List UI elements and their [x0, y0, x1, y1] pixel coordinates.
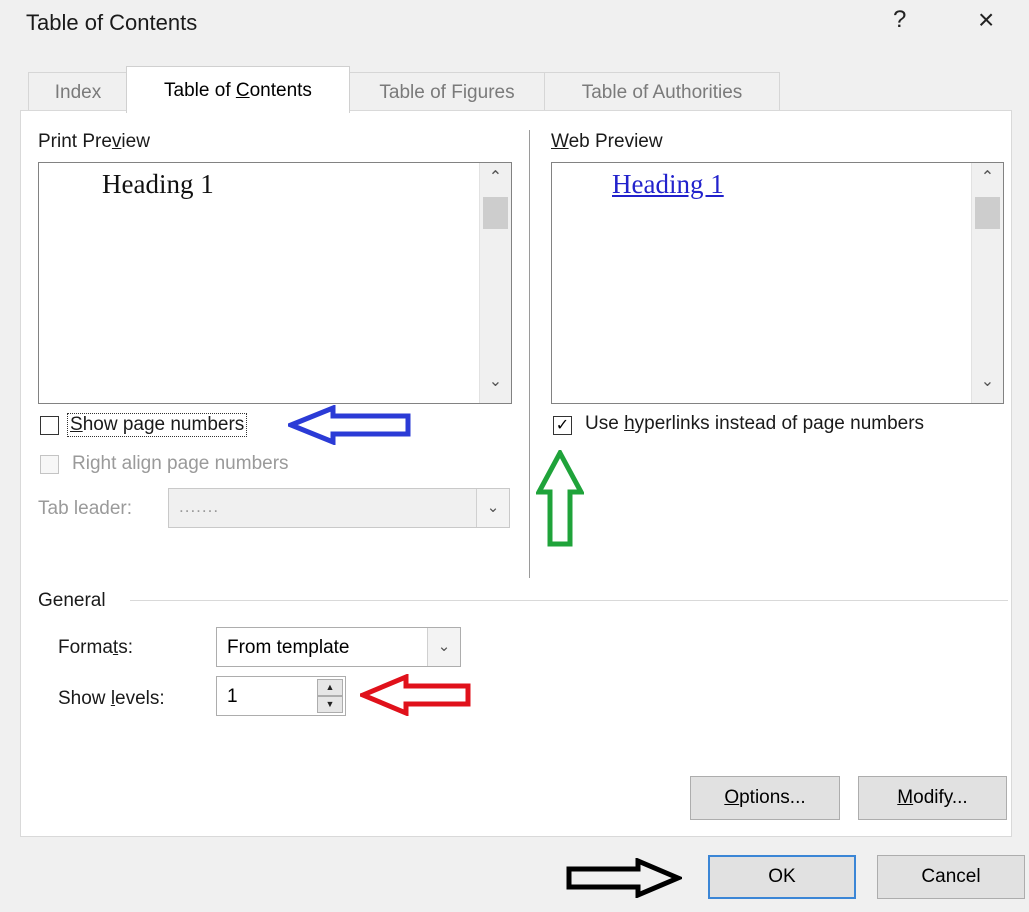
tab-leader-select[interactable]: ....... ⌄ [168, 488, 510, 528]
web-preview-scrollbar[interactable]: ⌃ ⌄ [971, 163, 1003, 403]
annotation-arrow-green [536, 450, 584, 548]
tab-table-of-contents[interactable]: Table of Contents [126, 66, 350, 113]
scroll-up-icon[interactable]: ⌃ [480, 167, 511, 187]
cancel-button[interactable]: Cancel [877, 855, 1025, 899]
use-hyperlinks-checkbox[interactable]: ✓ [553, 416, 572, 435]
web-preview-box[interactable]: Heading 1 ⌃ ⌄ [551, 162, 1004, 404]
right-align-checkbox[interactable] [40, 455, 59, 474]
use-hyperlinks-label[interactable]: Use hyperlinks instead of page numbers [585, 413, 924, 435]
scroll-down-icon[interactable]: ⌄ [480, 371, 511, 391]
annotation-arrow-red [360, 674, 472, 716]
help-icon[interactable]: ? [893, 6, 906, 34]
right-align-label: Right align page numbers [72, 453, 289, 474]
tab-table-of-figures[interactable]: Table of Figures [348, 72, 546, 111]
print-preview-scrollbar[interactable]: ⌃ ⌄ [479, 163, 511, 403]
show-page-numbers-label[interactable]: Show page numbers [67, 413, 248, 437]
ok-button[interactable]: OK [708, 855, 856, 899]
general-label: General [38, 590, 106, 611]
annotation-arrow-black [566, 858, 682, 898]
show-page-numbers-checkbox[interactable] [40, 416, 59, 435]
modify-button[interactable]: Modify... [858, 776, 1007, 820]
show-levels-input[interactable]: 1 ▲ ▼ [216, 676, 346, 716]
tab-leader-value: ....... [179, 497, 220, 516]
tab-index[interactable]: Index [28, 72, 128, 111]
formats-select[interactable]: From template ⌄ [216, 627, 461, 667]
chevron-down-icon[interactable]: ⌄ [427, 628, 460, 666]
scroll-up-icon[interactable]: ⌃ [972, 167, 1003, 187]
print-preview-box[interactable]: Heading 1 ⌃ ⌄ [38, 162, 512, 404]
spin-down-icon[interactable]: ▼ [317, 696, 343, 713]
web-preview-label: Web Preview [551, 131, 663, 152]
annotation-arrow-blue [288, 405, 414, 445]
options-button[interactable]: Options... [690, 776, 840, 820]
show-levels-value: 1 [227, 686, 238, 707]
tab-table-of-authorities[interactable]: Table of Authorities [544, 72, 780, 111]
chevron-down-icon[interactable]: ⌄ [476, 489, 509, 527]
close-icon[interactable]: × [978, 4, 994, 36]
show-levels-label: Show levels: [58, 688, 165, 709]
scroll-down-icon[interactable]: ⌄ [972, 371, 1003, 391]
scroll-thumb[interactable] [975, 197, 1000, 229]
formats-value: From template [227, 637, 350, 658]
print-preview-heading: Heading 1 [102, 169, 214, 199]
web-preview-heading[interactable]: Heading 1 [612, 169, 724, 200]
formats-label: Formats: [58, 637, 133, 658]
scroll-thumb[interactable] [483, 197, 508, 229]
tab-leader-label: Tab leader: [38, 498, 133, 519]
check-icon: ✓ [555, 417, 570, 434]
dialog-title: Table of Contents [26, 10, 198, 35]
spin-up-icon[interactable]: ▲ [317, 679, 343, 696]
print-preview-label: Print Preview [38, 131, 150, 152]
section-divider [529, 130, 530, 578]
general-divider [130, 600, 1008, 601]
